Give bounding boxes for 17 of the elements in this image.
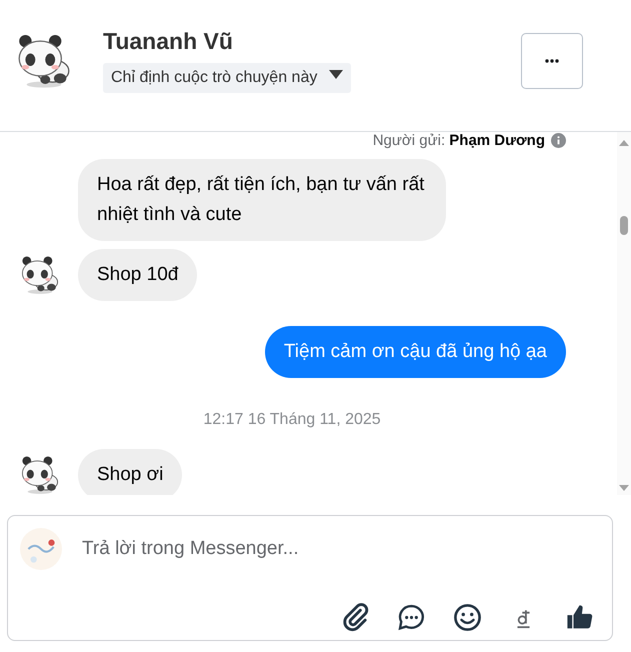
- attach-icon[interactable]: [341, 603, 370, 632]
- emoji-icon[interactable]: [453, 603, 482, 632]
- timestamp: 12:17 16 Tháng 11, 2025: [202, 411, 382, 429]
- contact-name: Tuananh Vũ: [103, 28, 234, 55]
- message-bubble: Hoa rất đẹp, rất tiện ích, bạn tư vấn rất nhiệt tình và cute: [78, 159, 446, 241]
- sender-note: Người gửi: Phạm Dương: [372, 132, 545, 149]
- assign-dropdown[interactable]: Chỉ định cuộc trò chuyện này: [103, 63, 352, 93]
- scrollbar[interactable]: [617, 132, 631, 495]
- more-icon: [545, 58, 559, 62]
- page-avatar: [20, 528, 62, 570]
- scroll-thumb[interactable]: [620, 216, 628, 235]
- message-bubble: Tiệm cảm ơn cậu đã ủng hộ ạa: [264, 326, 566, 378]
- message-bubble: Shop 10đ: [78, 249, 198, 301]
- message-bubble: Shop ơi: [78, 449, 182, 495]
- chat-icon[interactable]: [397, 603, 426, 632]
- caret-icon: [329, 70, 344, 78]
- info-icon: [551, 133, 566, 148]
